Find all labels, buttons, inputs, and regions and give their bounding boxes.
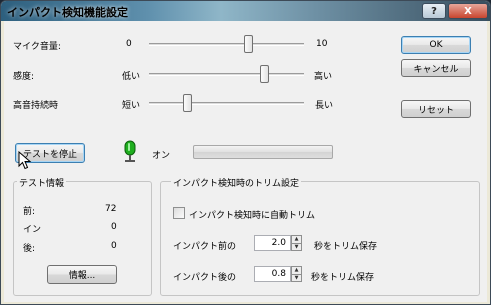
test-info-label-in: イン [23,225,42,235]
test-info-value-after: 0 [111,241,117,251]
ok-button[interactable]: OK [401,36,471,54]
auto-trim-checkbox[interactable] [173,207,185,219]
trim-settings-title: インパクト検知時のトリム設定 [171,176,302,189]
duration-track [149,102,304,105]
trim-after-spinner[interactable]: ▲ ▼ [291,266,302,282]
trim-before-input[interactable]: 2.0 [254,235,291,251]
mic-volume-label: マイク音量: [13,42,61,52]
trim-after-suffix: 秒をトリム保存 [311,273,375,283]
mic-volume-thumb[interactable] [244,35,253,53]
duration-thumb[interactable] [183,94,192,112]
reset-button[interactable]: リセット [401,100,471,118]
sensitivity-min-label: 低い [122,72,141,82]
spin-down-icon[interactable]: ▼ [292,274,301,281]
cancel-button[interactable]: キャンセル [401,59,471,77]
title-bar[interactable]: インパクト検知機能設定 ? X [1,1,490,21]
input-level-meter [193,145,333,159]
auto-trim-label: インパクト検知時に自動トリム [189,211,316,221]
trim-after-label: インパクト後の [173,273,237,283]
mic-volume-track [149,43,304,46]
duration-min-label: 短い [122,101,141,111]
duration-max-label: 長い [315,101,334,111]
spin-down-icon[interactable]: ▼ [292,243,301,250]
trim-after-input[interactable]: 0.8 [254,266,291,282]
mic-volume-min-label: 0 [126,39,132,49]
test-info-label-before: 前: [23,207,36,217]
trim-before-spinner[interactable]: ▲ ▼ [291,235,302,251]
mouse-cursor-icon [18,151,32,170]
trim-before-suffix: 秒をトリム保存 [314,242,378,252]
info-button[interactable]: 情報... [47,265,117,284]
test-info-title: テスト情報 [17,176,67,189]
sensitivity-max-label: 高い [314,72,333,82]
test-info-value-in: 0 [111,222,117,232]
sensitivity-track [149,73,304,76]
trim-before-label: インパクト前の [173,242,237,252]
duration-label: 高音持続時 [13,101,59,111]
mic-volume-max-label: 10 [316,39,328,49]
dialog-window: インパクト検知機能設定 ? X マイク音量: 0 10 感度: 低い 高い 高音… [0,0,491,305]
window-title: インパクト検知機能設定 [7,6,128,19]
help-button[interactable]: ? [422,3,446,19]
test-info-label-after: 後: [23,244,36,254]
sensitivity-thumb[interactable] [260,65,269,83]
mic-volume-slider[interactable] [149,33,304,55]
mic-status-label: オン [152,151,171,161]
spin-up-icon[interactable]: ▲ [292,267,301,274]
sensitivity-label: 感度: [13,72,35,82]
close-button[interactable]: X [448,3,488,19]
spin-up-icon[interactable]: ▲ [292,236,301,243]
sensitivity-slider[interactable] [149,63,304,85]
microphone-icon [124,140,136,162]
test-info-value-before: 72 [105,204,117,214]
dialog-body: マイク音量: 0 10 感度: 低い 高い 高音持続時 短い 長い OK キャン… [4,21,487,302]
duration-slider[interactable] [149,92,304,114]
